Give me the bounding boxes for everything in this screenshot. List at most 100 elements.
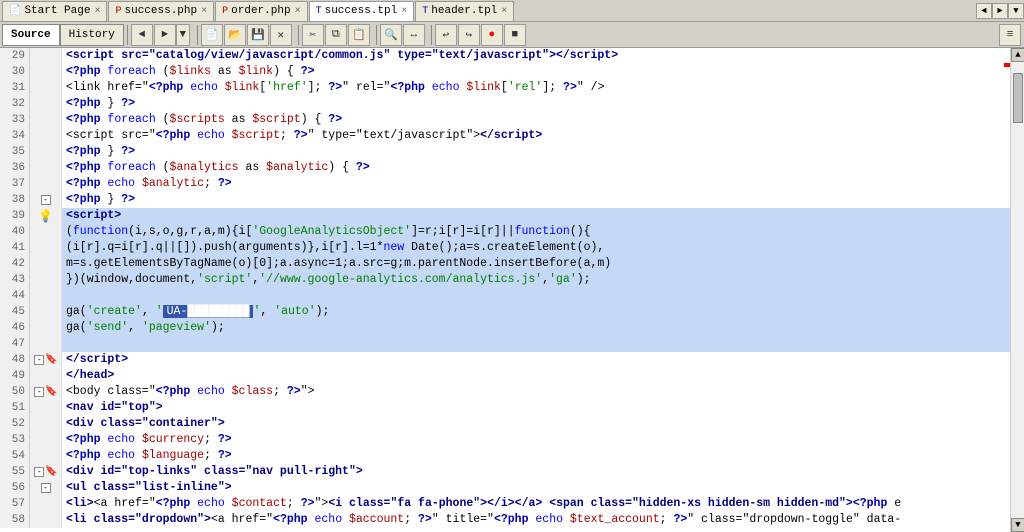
line-number: 41 bbox=[0, 240, 30, 256]
bookmark-icon[interactable]: 🔖 bbox=[45, 354, 57, 366]
table-row: 44 bbox=[0, 288, 1010, 304]
tab-close-order-php[interactable]: × bbox=[295, 6, 301, 17]
redo-button[interactable]: ↪ bbox=[458, 24, 480, 46]
icon-gutter-cell bbox=[30, 224, 62, 240]
code-lines-container[interactable]: 29 <script src="catalog/view/javascript/… bbox=[0, 48, 1024, 532]
icon-gutter-cell bbox=[30, 320, 62, 336]
open-file-button[interactable]: 📂 bbox=[224, 24, 246, 46]
fold-icon[interactable]: - bbox=[34, 355, 44, 365]
find-button[interactable]: 🔍 bbox=[380, 24, 402, 46]
code-line[interactable]: <?php } ?> bbox=[62, 192, 1010, 208]
line-number: 30 bbox=[0, 64, 30, 80]
code-line[interactable]: ga('create', 'UA-█████████', 'auto'); bbox=[62, 304, 1010, 320]
source-button[interactable]: Source bbox=[2, 24, 60, 46]
code-line[interactable]: </head> bbox=[62, 368, 1010, 384]
replace-button[interactable]: ↔ bbox=[403, 24, 425, 46]
line-number: 34 bbox=[0, 128, 30, 144]
tab-list-dropdown[interactable]: ▼ bbox=[1008, 3, 1024, 19]
icon-gutter-cell: -🔖 bbox=[30, 464, 62, 480]
bookmark-icon[interactable]: 🔖 bbox=[45, 466, 57, 478]
code-line[interactable]: <script src="catalog/view/javascript/com… bbox=[62, 48, 1010, 64]
code-line[interactable] bbox=[62, 288, 1010, 304]
code-line[interactable]: m=s.getElementsByTagName(o)[0];a.async=1… bbox=[62, 256, 1010, 272]
code-line[interactable]: (i[r].q=i[r].q||[]).push(arguments)},i[r… bbox=[62, 240, 1010, 256]
paste-button[interactable]: 📋 bbox=[348, 24, 370, 46]
tab-success-tpl[interactable]: T success.tpl × bbox=[309, 1, 415, 21]
save-file-button[interactable]: 💾 bbox=[247, 24, 269, 46]
code-line[interactable]: <?php echo $language; ?> bbox=[62, 448, 1010, 464]
code-line[interactable]: </script> bbox=[62, 352, 1010, 368]
file-buttons-group: 📄 📂 💾 ✕ bbox=[201, 24, 293, 46]
table-row: 41 (i[r].q=i[r].q||[]).push(arguments)},… bbox=[0, 240, 1010, 256]
tab-close-success-tpl[interactable]: × bbox=[401, 6, 407, 17]
tab-order-php[interactable]: P order.php × bbox=[215, 1, 307, 21]
bulb-icon[interactable]: 💡 bbox=[38, 209, 53, 224]
table-row: 30 <?php foreach ($links as $link) { ?> bbox=[0, 64, 1010, 80]
code-line[interactable]: <?php foreach ($links as $link) { ?> bbox=[62, 64, 1010, 80]
line-number: 46 bbox=[0, 320, 30, 336]
tab-close-header-tpl[interactable]: × bbox=[501, 6, 507, 17]
undo-button[interactable]: ↩ bbox=[435, 24, 457, 46]
code-line[interactable]: <nav id="top"> bbox=[62, 400, 1010, 416]
history-button[interactable]: History bbox=[60, 24, 124, 46]
table-row: 58 <li class="dropdown"><a href="<?php e… bbox=[0, 512, 1010, 528]
tab-scroll-right[interactable]: ► bbox=[992, 3, 1008, 19]
code-line[interactable]: <link href="<?php echo $link['href']; ?>… bbox=[62, 80, 1010, 96]
validate-button[interactable]: ● bbox=[481, 24, 503, 46]
code-line[interactable]: <?php foreach ($analytics as $analytic) … bbox=[62, 160, 1010, 176]
code-line[interactable]: (function(i,s,o,g,r,a,m){i['GoogleAnalyt… bbox=[62, 224, 1010, 240]
toolbar-sep-4 bbox=[376, 25, 377, 45]
fold-icon[interactable]: - bbox=[41, 483, 51, 493]
fold-icon[interactable]: - bbox=[41, 195, 51, 205]
table-row: 35 <?php } ?> bbox=[0, 144, 1010, 160]
dropdown-button[interactable]: ▼ bbox=[176, 24, 190, 46]
code-line[interactable]: })(window,document,'script','//www.googl… bbox=[62, 272, 1010, 288]
code-line[interactable]: ga('send', 'pageview'); bbox=[62, 320, 1010, 336]
copy-button[interactable]: ⧉ bbox=[325, 24, 347, 46]
tab-header-tpl[interactable]: T header.tpl × bbox=[415, 1, 514, 21]
table-row: 54 <?php echo $language; ?> bbox=[0, 448, 1010, 464]
icon-gutter-cell bbox=[30, 160, 62, 176]
line-number: 57 bbox=[0, 496, 30, 512]
code-line[interactable]: <?php } ?> bbox=[62, 144, 1010, 160]
line-number: 54 bbox=[0, 448, 30, 464]
scroll-thumb[interactable] bbox=[1013, 73, 1023, 123]
tab-scroll-left[interactable]: ◄ bbox=[976, 3, 992, 19]
new-file-button[interactable]: 📄 bbox=[201, 24, 223, 46]
close-file-button[interactable]: ✕ bbox=[270, 24, 292, 46]
code-line[interactable]: <?php echo $analytic; ?> bbox=[62, 176, 1010, 192]
tab-start-page[interactable]: 📄 Start Page × bbox=[2, 1, 107, 21]
code-line[interactable]: <?php foreach ($scripts as $script) { ?> bbox=[62, 112, 1010, 128]
bookmark-icon[interactable]: 🔖 bbox=[45, 386, 57, 398]
code-line[interactable]: <li class="dropdown"><a href="<?php echo… bbox=[62, 512, 1010, 528]
table-row: 51 <nav id="top"> bbox=[0, 400, 1010, 416]
code-line[interactable]: <script> bbox=[62, 208, 1010, 224]
line-number: 51 bbox=[0, 400, 30, 416]
line-number: 38 bbox=[0, 192, 30, 208]
code-line[interactable]: <?php echo $currency; ?> bbox=[62, 432, 1010, 448]
scroll-down-arrow[interactable]: ▼ bbox=[1011, 518, 1024, 532]
code-line[interactable]: <?php } ?> bbox=[62, 96, 1010, 112]
scroll-up-arrow[interactable]: ▲ bbox=[1011, 48, 1024, 62]
code-line[interactable]: <ul class="list-inline"> bbox=[62, 480, 1010, 496]
stop-button[interactable]: ■ bbox=[504, 24, 526, 46]
code-line[interactable]: <li><a href="<?php echo $contact; ?>"><i… bbox=[62, 496, 1010, 512]
tab-close-success-php[interactable]: × bbox=[201, 6, 207, 17]
line-number: 36 bbox=[0, 160, 30, 176]
code-line[interactable]: <div id="top-links" class="nav pull-righ… bbox=[62, 464, 1010, 480]
icon-gutter-cell bbox=[30, 128, 62, 144]
cut-button[interactable]: ✂ bbox=[302, 24, 324, 46]
fold-icon[interactable]: - bbox=[34, 467, 44, 477]
code-line[interactable]: <script src="<?php echo $script; ?>" typ… bbox=[62, 128, 1010, 144]
error-indicator-bar: ▲ ▼ bbox=[1010, 48, 1024, 532]
code-line[interactable]: <body class="<?php echo $class; ?>"> bbox=[62, 384, 1010, 400]
code-panel: 29 <script src="catalog/view/javascript/… bbox=[0, 48, 1024, 532]
forward-button[interactable]: ► bbox=[154, 24, 176, 46]
code-line[interactable]: <div class="container"> bbox=[62, 416, 1010, 432]
tab-close-start[interactable]: × bbox=[94, 6, 100, 17]
tab-success-php[interactable]: P success.php × bbox=[108, 1, 214, 21]
code-line[interactable] bbox=[62, 336, 1010, 352]
fold-icon[interactable]: - bbox=[34, 387, 44, 397]
back-button[interactable]: ◄ bbox=[131, 24, 153, 46]
settings-button[interactable]: ≡ bbox=[999, 24, 1021, 46]
